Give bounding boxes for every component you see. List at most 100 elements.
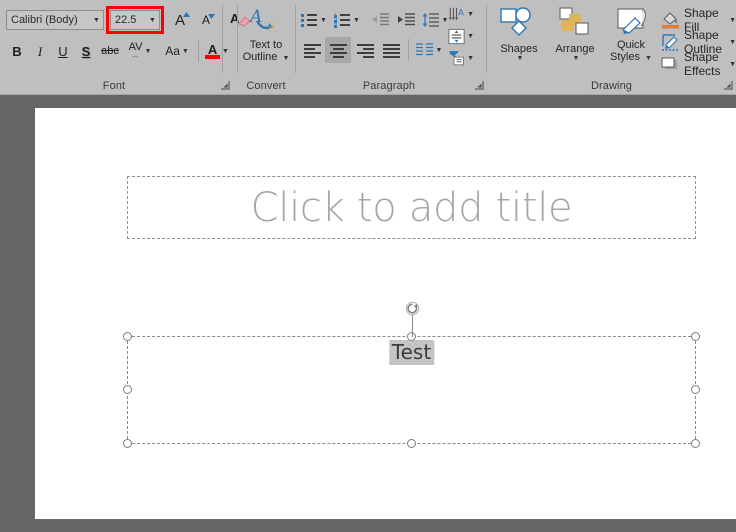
font-color-glyph: A <box>207 41 218 57</box>
italic-button[interactable]: I <box>29 40 51 62</box>
chevron-down-icon[interactable]: ▼ <box>222 48 229 55</box>
align-left-icon <box>303 43 321 58</box>
convert-to-smartart-button[interactable]: ▼ <box>448 48 474 68</box>
columns-icon <box>415 43 433 56</box>
powerpoint-window: Calibri (Body) ▼ 22.5 ▼ A A A B I U S ab… <box>0 0 736 532</box>
resize-handle-middle-left[interactable] <box>123 385 132 394</box>
align-left-button[interactable] <box>300 39 324 61</box>
text-shadow-icon: S <box>81 43 91 59</box>
chevron-down-icon[interactable]: ▼ <box>467 55 474 62</box>
chevron-down-icon[interactable]: ▼ <box>467 11 474 18</box>
font-name-combo[interactable]: Calibri (Body) ▼ <box>6 10 104 30</box>
divider <box>222 5 223 73</box>
shape-effects-button[interactable]: Shape Effects ▼ <box>661 50 736 78</box>
paragraph-dialog-launcher[interactable] <box>474 80 485 91</box>
grow-font-button[interactable]: A <box>168 8 192 32</box>
chevron-down-icon[interactable]: ▼ <box>467 33 474 40</box>
shrink-font-icon: A <box>202 13 215 27</box>
resize-handle-top-right[interactable] <box>691 332 700 341</box>
svg-text:A: A <box>267 20 277 34</box>
shrink-font-button[interactable]: A <box>194 8 218 32</box>
text-direction-icon: A <box>448 7 464 21</box>
text-to-outline-label-line1: Text to <box>249 39 283 51</box>
align-right-button[interactable] <box>353 39 377 61</box>
text-to-outline-button[interactable]: A A Text to Outline ▼ <box>242 6 290 63</box>
arrange-button[interactable]: Arrange ▼ <box>549 6 601 62</box>
shape-effects-label: Shape Effects <box>684 50 721 78</box>
shape-outline-icon <box>661 33 680 51</box>
group-label-font: Font <box>102 80 126 92</box>
resize-handle-bottom-left[interactable] <box>123 439 132 448</box>
svg-text:A: A <box>458 9 464 19</box>
chevron-down-icon[interactable]: ▼ <box>729 39 736 46</box>
chevron-down-icon[interactable]: ▼ <box>353 17 360 24</box>
underline-button[interactable]: U <box>52 40 74 62</box>
text-box-content[interactable]: Test <box>388 340 435 365</box>
chevron-down-icon[interactable]: ▼ <box>90 17 103 24</box>
font-size-combo[interactable]: 22.5 ▼ <box>110 10 160 30</box>
change-case-button[interactable]: Aa ▼ <box>160 40 194 62</box>
align-center-button[interactable] <box>325 37 351 63</box>
chevron-down-icon[interactable]: ▼ <box>146 17 159 24</box>
chevron-down-icon[interactable]: ▼ <box>436 47 443 54</box>
chevron-down-icon[interactable]: ▼ <box>729 61 736 68</box>
rotation-connector <box>411 315 413 337</box>
character-spacing-button[interactable]: AV ↔ ▼ <box>124 40 156 62</box>
divider <box>408 39 409 61</box>
text-to-outline-label-line2: Outline ▼ <box>243 51 290 63</box>
quick-styles-button[interactable]: Quick Styles ▼ <box>605 6 657 63</box>
columns-button[interactable]: ▼ <box>414 39 444 61</box>
title-placeholder[interactable]: Click to add title <box>127 176 696 239</box>
chevron-down-icon[interactable]: ▼ <box>320 17 327 24</box>
strikethrough-button[interactable]: abc <box>97 40 123 62</box>
rotation-handle[interactable] <box>405 301 420 316</box>
selected-text-box[interactable]: Test <box>123 301 700 448</box>
chevron-down-icon[interactable]: ▼ <box>517 55 524 62</box>
line-spacing-button[interactable]: ▼ <box>420 9 450 31</box>
italic-icon: I <box>37 43 43 59</box>
numbering-icon: 1 2 3 <box>334 13 351 28</box>
quick-styles-label-line1: Quick <box>616 39 646 51</box>
bold-icon: B <box>12 43 22 59</box>
increase-indent-icon <box>398 13 415 26</box>
group-label-drawing: Drawing <box>590 80 633 92</box>
text-direction-button[interactable]: A ▼ <box>448 4 474 24</box>
divider <box>198 40 199 62</box>
resize-handle-bottom-right[interactable] <box>691 439 700 448</box>
ribbon: Calibri (Body) ▼ 22.5 ▼ A A A B I U S ab… <box>0 0 736 95</box>
font-color-icon: A <box>205 41 221 59</box>
resize-handle-middle-right[interactable] <box>691 385 700 394</box>
font-color-button[interactable]: A ▼ <box>202 40 232 62</box>
chevron-down-icon[interactable]: ▼ <box>282 55 289 62</box>
slide-workspace: Click to add title Test <box>0 95 736 532</box>
chevron-down-icon[interactable]: ▼ <box>144 48 151 55</box>
numbering-button[interactable]: 1 2 3 ▼ <box>332 9 362 31</box>
chevron-down-icon[interactable]: ▼ <box>729 17 736 24</box>
quick-styles-label-line2-text: Styles <box>610 51 640 63</box>
ribbon-group-paragraph: ▼ 1 2 3 ▼ ▼ ▼ A ▼ ▼ ▼ Paragraph <box>296 0 485 95</box>
chevron-down-icon[interactable]: ▼ <box>182 48 189 55</box>
align-text-button[interactable]: ▼ <box>448 26 474 46</box>
decrease-indent-button[interactable] <box>368 9 392 31</box>
align-right-icon <box>356 43 374 58</box>
resize-handle-bottom-center[interactable] <box>406 439 416 448</box>
resize-handle-top-left[interactable] <box>123 332 132 341</box>
character-spacing-icon: AV ↔ <box>128 41 143 60</box>
slide-canvas[interactable]: Click to add title Test <box>35 108 736 519</box>
chevron-down-icon[interactable]: ▼ <box>573 55 580 62</box>
chevron-down-icon[interactable]: ▼ <box>645 55 652 62</box>
text-shadow-button[interactable]: S <box>75 40 97 62</box>
bullets-button[interactable]: ▼ <box>300 9 328 31</box>
font-color-swatch <box>205 54 221 59</box>
decrease-indent-icon <box>372 13 389 26</box>
increase-indent-button[interactable] <box>394 9 418 31</box>
bold-button[interactable]: B <box>6 40 28 62</box>
font-dialog-launcher[interactable] <box>220 80 231 91</box>
align-text-icon <box>448 28 465 44</box>
shape-effects-icon <box>661 56 680 73</box>
justify-button[interactable] <box>379 39 403 61</box>
drawing-dialog-launcher[interactable] <box>723 80 734 91</box>
arrange-icon <box>558 6 592 41</box>
shapes-button[interactable]: Shapes ▼ <box>493 6 545 62</box>
change-case-icon: Aa <box>165 44 180 58</box>
